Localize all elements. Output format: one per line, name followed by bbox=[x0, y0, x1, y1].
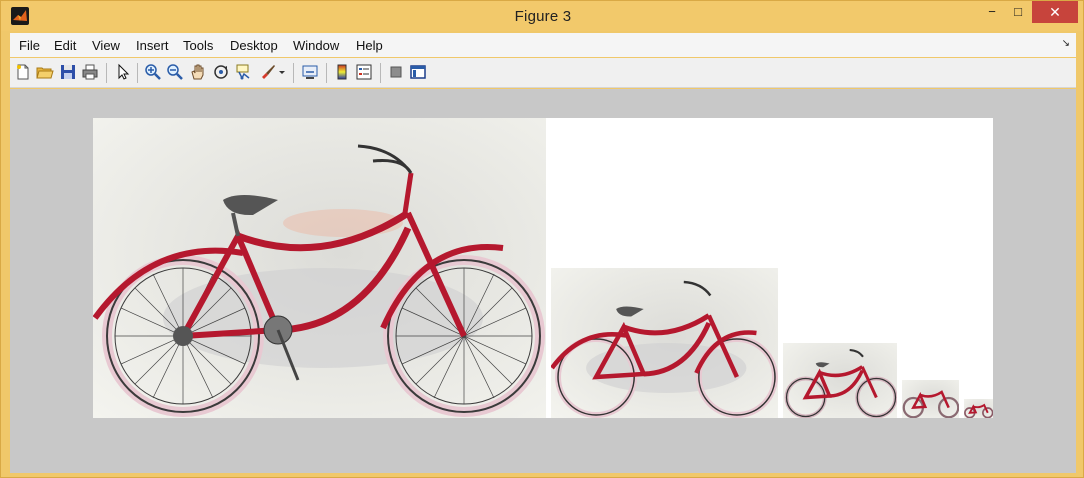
figure-toolbar bbox=[10, 58, 1076, 88]
new-figure-icon[interactable] bbox=[14, 63, 32, 81]
brush-icon[interactable] bbox=[259, 63, 277, 81]
link-plot-icon[interactable] bbox=[301, 63, 319, 81]
menu-bar: File Edit View Insert Tools Desktop Wind… bbox=[10, 33, 1076, 57]
menu-tools[interactable]: Tools bbox=[183, 38, 213, 53]
close-button[interactable]: ✕ bbox=[1032, 1, 1078, 23]
pyramid-level-3-image bbox=[783, 343, 897, 418]
menu-edit[interactable]: Edit bbox=[54, 38, 76, 53]
figure-window: Figure 3 − □ ✕ File Edit View Insert Too… bbox=[0, 0, 1084, 478]
pan-hand-icon[interactable] bbox=[189, 63, 207, 81]
show-plot-tools-icon[interactable] bbox=[409, 63, 427, 81]
title-bar[interactable]: Figure 3 − □ ✕ bbox=[1, 1, 1083, 31]
rotate-3d-icon[interactable] bbox=[212, 63, 230, 81]
pyramid-level-2-image bbox=[551, 268, 778, 418]
data-cursor-icon[interactable] bbox=[235, 63, 253, 81]
menu-view[interactable]: View bbox=[92, 38, 120, 53]
edit-plot-arrow-icon[interactable] bbox=[114, 63, 132, 81]
pyramid-level-4-image bbox=[902, 380, 959, 418]
menu-insert[interactable]: Insert bbox=[136, 38, 169, 53]
menu-help[interactable]: Help bbox=[356, 38, 383, 53]
toolbar-separator bbox=[106, 63, 107, 83]
toolbar-separator bbox=[137, 63, 138, 83]
hide-plot-tools-icon[interactable] bbox=[387, 63, 405, 81]
toolbar-separator bbox=[326, 63, 327, 83]
menu-window[interactable]: Window bbox=[293, 38, 339, 53]
image-axes bbox=[93, 118, 993, 418]
window-title: Figure 3 bbox=[514, 8, 572, 25]
insert-legend-icon[interactable] bbox=[355, 63, 373, 81]
menu-file[interactable]: File bbox=[19, 38, 40, 53]
pyramid-level-1-image bbox=[93, 118, 546, 418]
pyramid-level-5-image bbox=[964, 399, 993, 418]
figure-canvas bbox=[10, 89, 1076, 473]
save-icon[interactable] bbox=[59, 63, 77, 81]
menu-desktop[interactable]: Desktop bbox=[230, 38, 278, 53]
maximize-button[interactable]: □ bbox=[1003, 1, 1033, 23]
toolbar-separator bbox=[293, 63, 294, 83]
insert-colorbar-icon[interactable] bbox=[333, 63, 351, 81]
print-icon[interactable] bbox=[81, 63, 99, 81]
brush-dropdown-icon[interactable] bbox=[278, 63, 286, 81]
open-file-icon[interactable] bbox=[36, 63, 54, 81]
zoom-in-icon[interactable] bbox=[144, 63, 162, 81]
zoom-out-icon[interactable] bbox=[166, 63, 184, 81]
toolbar-separator bbox=[380, 63, 381, 83]
menu-dock-arrow-icon[interactable]: ↘ bbox=[1062, 38, 1070, 49]
